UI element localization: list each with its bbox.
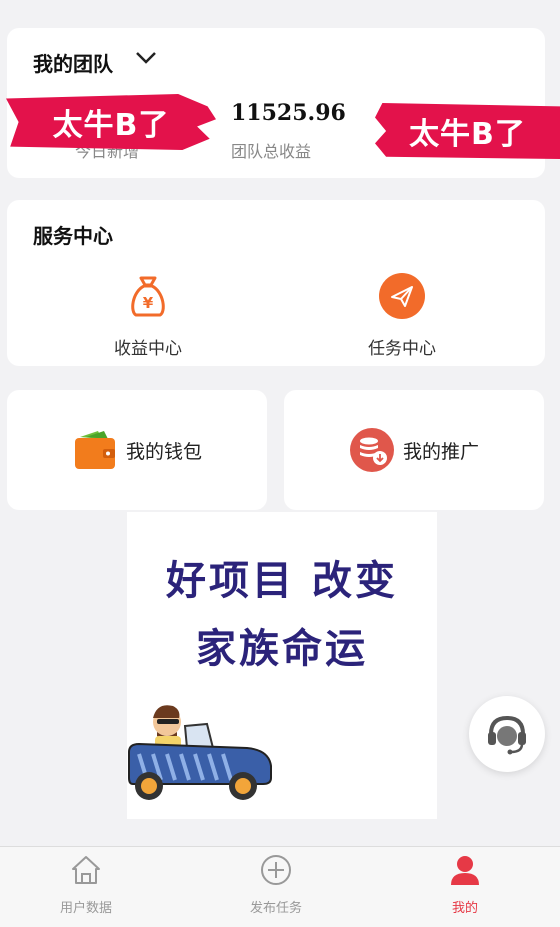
wallet-button[interactable]: 我的钱包 [7,390,267,510]
chevron-down-icon[interactable] [135,50,157,66]
customer-service-button[interactable] [469,696,545,772]
tab-me[interactable]: 我的 [405,853,525,916]
wallet-label: 我的钱包 [125,440,202,463]
home-icon [72,856,100,884]
overlay-banner-right: 太牛B了 [375,103,560,159]
promo-poster: 好项目 改变 家族命运 [127,512,437,819]
poster-line-1: 好项目 改变 [166,558,398,604]
plus-circle-icon [261,855,291,885]
paper-plane-icon [379,273,425,319]
money-bag-icon: ¥ [131,276,165,317]
team-total-value: 11525.96 [231,100,346,126]
service-item-task[interactable]: 任务中心 [322,272,482,359]
car-cartoon-illustration [128,705,272,800]
service-item-income[interactable]: ¥ 收益中心 [68,272,228,359]
service-item-task-label: 任务中心 [368,339,436,359]
svg-text:¥: ¥ [143,294,154,312]
tab-user-data-label: 用户数据 [59,901,112,916]
service-item-income-label: 收益中心 [114,339,182,359]
tab-publish-task-label: 发布任务 [249,901,302,916]
team-total-label: 团队总收益 [231,142,312,161]
coin-stack-icon [349,428,394,472]
bottom-tab-bar: 用户数据 发布任务 我的 [0,846,560,927]
tab-publish-task[interactable]: 发布任务 [216,853,336,916]
wallet-icon [74,431,115,469]
headset-icon [488,715,526,755]
user-icon [451,856,479,885]
overlay-banner-left: 太牛B了 [6,94,216,150]
poster-line-2: 家族命运 [196,626,368,672]
service-center-card: 服务中心 ¥ 收益中心 任务中心 [7,200,545,366]
service-center-title: 服务中心 [33,224,113,248]
tab-me-label: 我的 [451,901,478,916]
promotion-label: 我的推广 [402,440,479,463]
tab-user-data[interactable]: 用户数据 [26,853,146,916]
team-title: 我的团队 [33,52,113,76]
promotion-button[interactable]: 我的推广 [284,390,544,510]
